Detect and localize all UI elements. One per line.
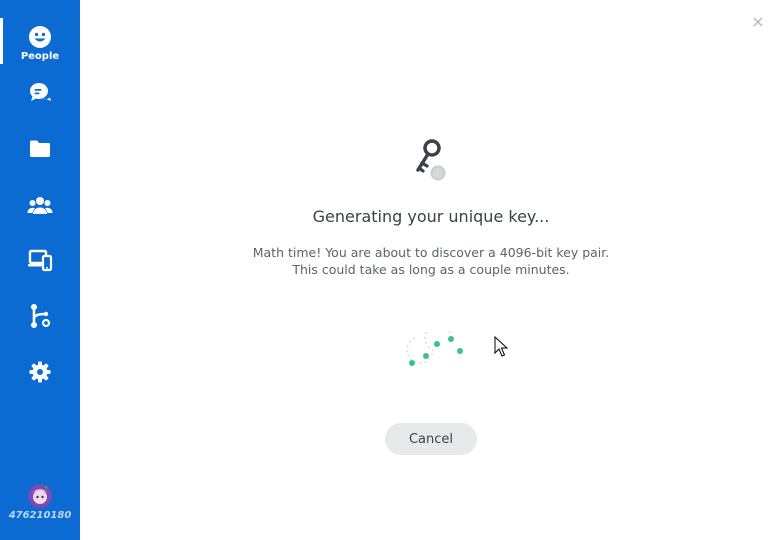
avatar[interactable] [28,484,52,508]
sidebar-item-files[interactable] [0,136,80,162]
sidebar: People 476210180 [0,0,80,540]
sidebar-item-teams[interactable] [0,192,80,218]
team-icon [27,197,53,214]
loading-spinner-icon [406,330,463,366]
description: Math time! You are about to discover a 4… [80,244,782,278]
cancel-button[interactable]: Cancel [385,423,477,455]
description-line-1: Math time! You are about to discover a 4… [252,245,610,260]
key-icon [416,139,446,181]
sidebar-item-git[interactable] [0,303,80,329]
sidebar-item-settings[interactable] [0,359,80,385]
git-branch-icon [31,304,51,328]
sidebar-item-people[interactable]: People [0,22,80,64]
devices-icon [28,249,53,272]
mouse-cursor-icon [494,336,508,357]
gear-icon [29,361,51,383]
user-id: 476210180 [8,510,72,521]
avatar-image [28,484,52,508]
description-line-2: This could take as long as a couple minu… [292,262,570,277]
close-button[interactable]: × [750,14,766,30]
page-title: Generating your unique key... [312,207,550,226]
sidebar-item-label: People [20,50,60,62]
folder-icon [30,140,50,157]
smiley-icon [29,25,51,48]
chat-icon [29,82,51,101]
sidebar-item-chat[interactable] [0,80,80,106]
sidebar-item-devices[interactable] [0,247,80,273]
